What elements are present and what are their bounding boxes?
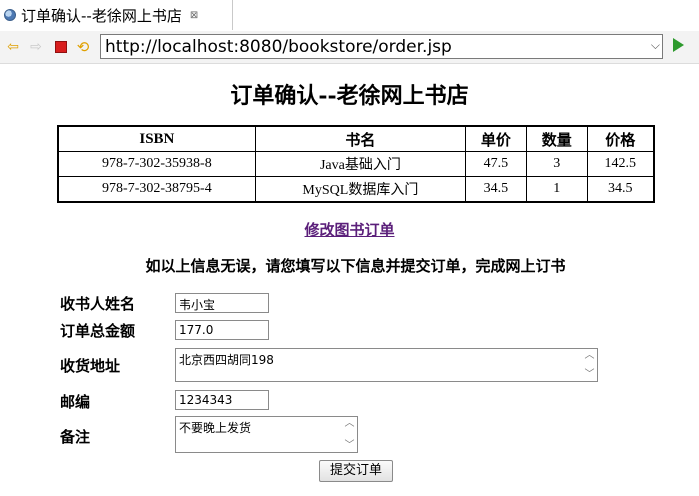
address-textarea[interactable]: 北京西四胡同198 ︿ ﹀ bbox=[175, 348, 598, 382]
table-header-row: ISBN 书名 单价 数量 价格 bbox=[57, 125, 655, 152]
recipient-name-input[interactable]: 韦小宝 bbox=[175, 293, 269, 313]
note-label: 备注 bbox=[60, 428, 91, 446]
cell-isbn: 978-7-302-38795-4 bbox=[57, 176, 256, 203]
table-row: 978-7-302-38795-4 MySQL数据库入门 34.5 1 34.5 bbox=[57, 176, 655, 203]
refresh-icon[interactable]: ⟲ bbox=[75, 39, 91, 55]
editor-tab-strip: 订单确认--老徐网上书店 ⊠ bbox=[0, 0, 699, 32]
cell-quantity: 3 bbox=[525, 151, 588, 177]
cell-title: MySQL数据库入门 bbox=[254, 176, 467, 203]
cell-isbn: 978-7-302-35938-8 bbox=[57, 151, 256, 177]
browser-toolbar: ⇦ ⇨ ⟲ http://localhost:8080/bookstore/or… bbox=[0, 31, 699, 64]
scroll-up-icon[interactable]: ︿ bbox=[344, 418, 355, 429]
note-text[interactable]: 不要晚上发货 bbox=[179, 419, 251, 436]
forward-arrow-icon[interactable]: ⇨ bbox=[28, 39, 44, 55]
cell-unit-price: 47.5 bbox=[465, 151, 527, 177]
go-icon[interactable] bbox=[673, 38, 684, 52]
order-table: ISBN 书名 单价 数量 价格 978-7-302-35938-8 Java基… bbox=[57, 125, 655, 203]
scroll-down-icon[interactable]: ﹀ bbox=[344, 440, 355, 451]
cell-quantity: 1 bbox=[525, 176, 588, 203]
col-header-price: 价格 bbox=[586, 125, 655, 152]
page-content: 订单确认--老徐网上书店 ISBN 书名 单价 数量 价格 978-7-302-… bbox=[0, 64, 699, 496]
confirm-notice: 如以上信息无误，请您填写以下信息并提交订单，完成网上订书 bbox=[145, 257, 566, 275]
zip-label: 邮编 bbox=[60, 393, 91, 411]
col-header-isbn: ISBN bbox=[57, 125, 256, 152]
col-header-title: 书名 bbox=[254, 125, 467, 152]
order-total-input[interactable]: 177.0 bbox=[175, 320, 269, 340]
url-text[interactable]: http://localhost:8080/bookstore/order.js… bbox=[105, 37, 452, 57]
zip-input[interactable]: 1234343 bbox=[175, 390, 269, 410]
col-header-quantity: 数量 bbox=[525, 125, 588, 152]
address-label: 收货地址 bbox=[60, 357, 121, 375]
close-tab-icon[interactable]: ⊠ bbox=[190, 10, 198, 21]
col-header-unit-price: 单价 bbox=[465, 125, 527, 152]
note-scrollbar[interactable]: ︿ ﹀ bbox=[342, 417, 357, 452]
address-text[interactable]: 北京西四胡同198 bbox=[179, 351, 274, 368]
tab-title: 订单确认--老徐网上书店 bbox=[21, 6, 182, 25]
address-scrollbar[interactable]: ︿ ﹀ bbox=[582, 349, 597, 381]
order-total-label: 订单总金额 bbox=[60, 322, 136, 340]
cell-price: 34.5 bbox=[586, 176, 655, 203]
url-dropdown-icon[interactable]: ⌵ bbox=[651, 38, 660, 53]
cell-title: Java基础入门 bbox=[254, 151, 467, 177]
edit-order-link[interactable]: 修改图书订单 bbox=[0, 219, 699, 240]
browser-tab[interactable]: 订单确认--老徐网上书店 ⊠ bbox=[0, 0, 233, 30]
note-textarea[interactable]: 不要晚上发货 ︿ ﹀ bbox=[175, 416, 358, 453]
stop-icon[interactable] bbox=[53, 39, 69, 55]
recipient-name-label: 收书人姓名 bbox=[60, 295, 136, 313]
scroll-up-icon[interactable]: ︿ bbox=[584, 350, 595, 361]
cell-unit-price: 34.5 bbox=[465, 176, 527, 203]
table-row: 978-7-302-35938-8 Java基础入门 47.5 3 142.5 bbox=[57, 151, 655, 177]
page-title: 订单确认--老徐网上书店 bbox=[230, 83, 469, 109]
submit-order-button[interactable]: 提交订单 bbox=[319, 460, 393, 482]
cell-price: 142.5 bbox=[586, 151, 655, 177]
globe-icon bbox=[4, 9, 16, 21]
back-arrow-icon[interactable]: ⇦ bbox=[5, 39, 21, 55]
scroll-down-icon[interactable]: ﹀ bbox=[584, 369, 595, 380]
url-input[interactable]: http://localhost:8080/bookstore/order.js… bbox=[100, 34, 663, 59]
